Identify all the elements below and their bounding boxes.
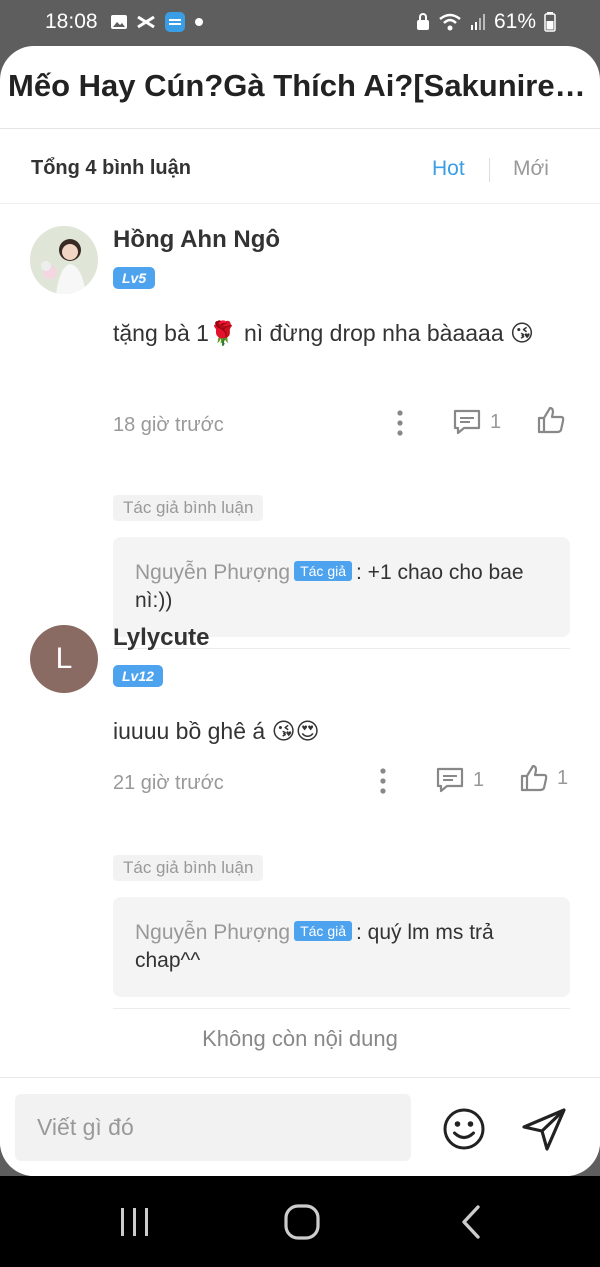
emoji-icon[interactable] [442,1107,486,1151]
dot-icon [195,18,203,26]
comment-item: L Lylycute Lv12 iuuuu bồ ghê á 😘😍 21 giờ… [0,602,600,1009]
system-icons: 61% [416,10,556,34]
sort-row: Tổng 4 bình luận Hot Mới [0,129,600,204]
comment-input[interactable] [15,1094,411,1161]
sort-tab-new[interactable]: Mới [513,157,549,181]
recent-apps-icon[interactable] [115,1204,155,1240]
level-badge: Lv12 [113,665,163,687]
author-commented-tag: Tác giả bình luận [113,855,264,881]
comment-text: iuuuu bồ ghê á 😘😍 [113,718,320,744]
reply-author-name: Nguyễn Phượng [135,561,291,584]
reply-icon [436,767,464,793]
avatar[interactable] [30,226,98,294]
notification-icons [110,11,204,33]
novel-app-icon [165,12,185,32]
thumbs-up-icon [520,764,548,792]
reply-button[interactable]: 1 [435,765,484,795]
sort-tab-hot[interactable]: Hot [432,157,465,181]
user-photo-icon [30,226,98,294]
vpn-lock-icon [416,13,429,30]
reply-author-name: Nguyễn Phượng [135,921,291,944]
story-title: Mếo Hay Cún?Gà Thích Ai?[Sakunirei… [8,68,592,103]
send-icon[interactable] [520,1105,568,1153]
comment-divider [113,1008,570,1009]
comment-username[interactable]: Hồng Ahn Ngô [113,226,280,254]
comment-count: Tổng 4 bình luận [31,157,191,179]
sort-divider [489,158,490,182]
reply-button[interactable]: 1 [452,407,501,437]
wifi-icon [439,13,461,31]
comment-item: Hồng Ahn Ngô Lv5 tặng bà 1🌹 nì đừng drop… [0,204,600,649]
system-nav-bar [0,1176,600,1267]
author-badge: Tác giả [294,921,353,941]
battery-icon [544,12,556,32]
avatar[interactable]: L [30,625,98,693]
home-icon[interactable] [282,1204,322,1240]
gallery-icon [111,15,127,29]
sheet-header: Mếo Hay Cún?Gà Thích Ai?[Sakunirei… [0,46,600,129]
like-count: 1 [557,766,569,789]
like-button[interactable] [536,405,574,435]
reply-icon [453,409,481,435]
back-icon[interactable] [452,1204,492,1240]
comment-text: tặng bà 1🌹 nì đừng drop nha bàaaaa 😘 [113,320,534,346]
level-badge: Lv5 [113,267,156,289]
thumbs-up-icon [537,406,565,434]
signal-icon [470,14,485,30]
comment-time: 21 giờ trước [113,772,224,794]
author-badge: Tác giả [294,561,353,581]
reply-count: 1 [490,410,502,433]
more-options-icon[interactable] [390,408,410,438]
reply-count: 1 [473,768,485,791]
status-time: 18:08 [45,10,98,33]
comment-input-bar [0,1077,600,1176]
capcut-icon [137,15,155,29]
comment-time: 18 giờ trước [113,414,224,436]
end-of-list-text: Không còn nội dung [202,1026,398,1051]
like-button[interactable]: 1 [519,763,568,793]
comment-username[interactable]: Lylycute [113,624,209,652]
comments-sheet: Mếo Hay Cún?Gà Thích Ai?[Sakunirei… Tổng… [0,46,600,1176]
battery-percent: 61% [493,10,536,33]
status-bar: 18:08 61% [0,0,600,46]
author-commented-tag: Tác giả bình luận [113,495,264,521]
author-reply[interactable]: Nguyễn Phượng Tác giả: quý lm ms trả chap… [113,897,570,997]
more-options-icon[interactable] [373,766,393,796]
